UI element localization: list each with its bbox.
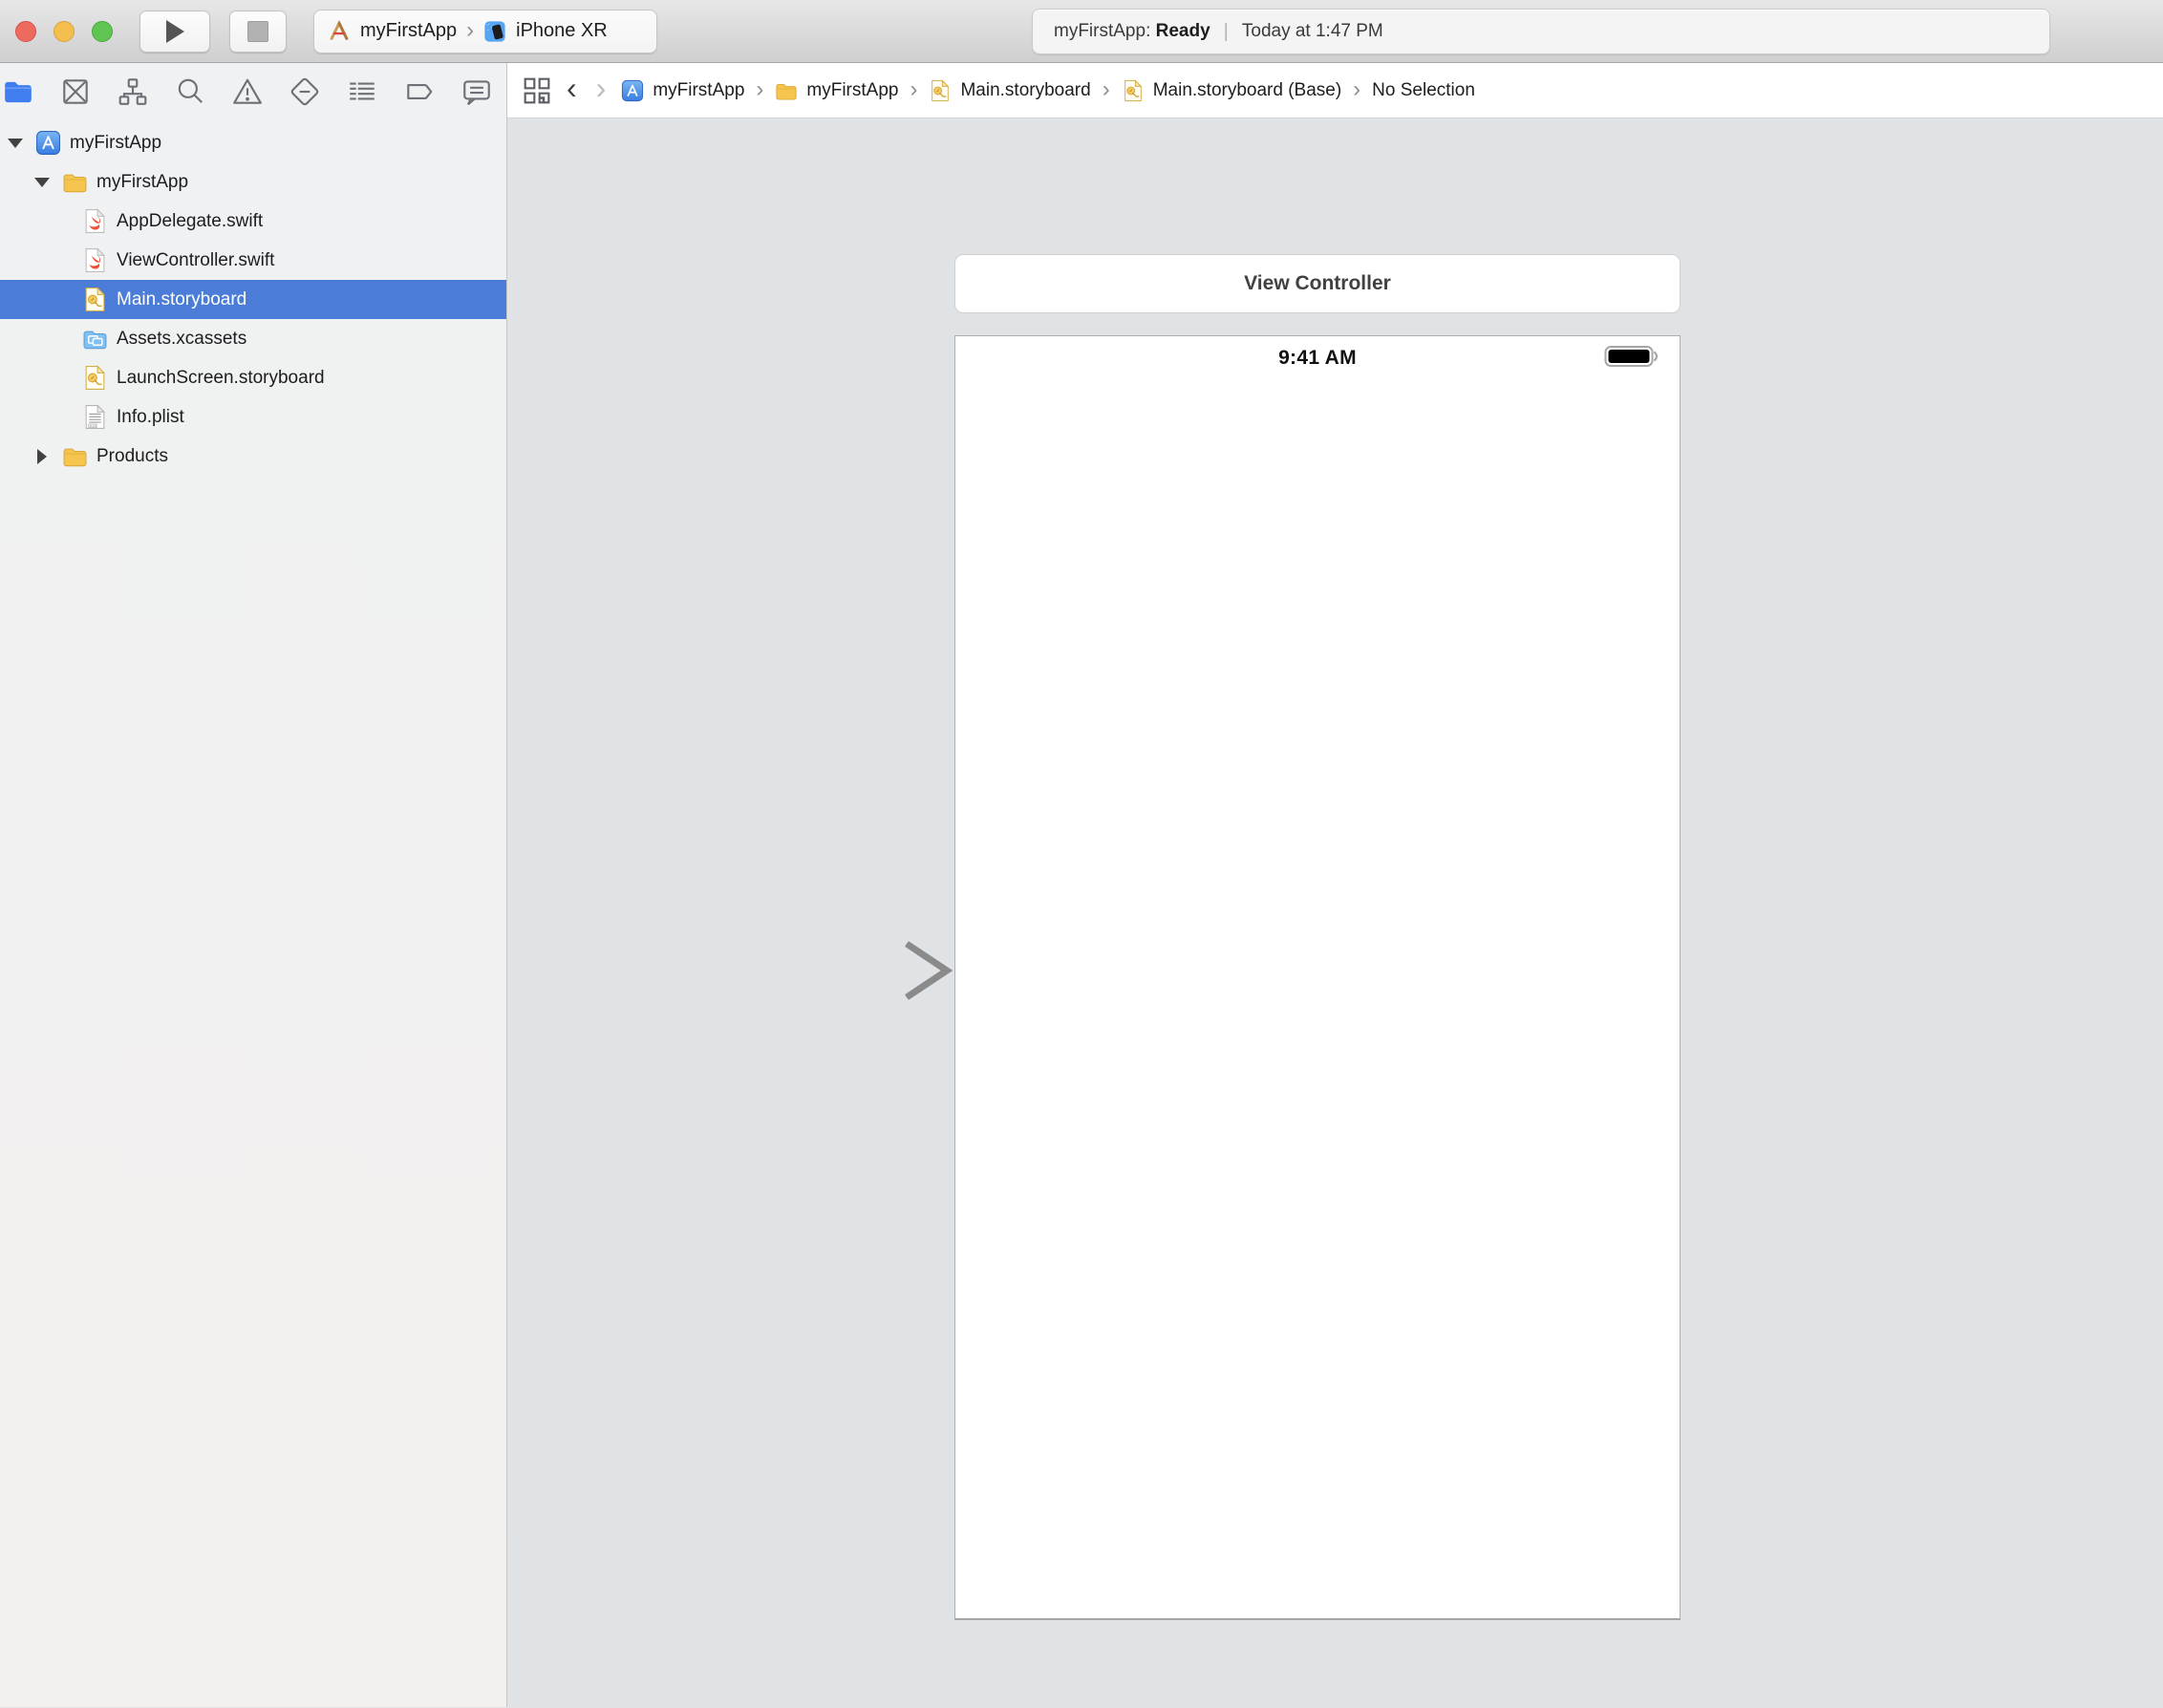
disclosure-triangle[interactable] [4,139,27,148]
tree-label: Products [96,446,168,467]
view-controller-view[interactable]: 9:41 AM [954,335,1681,1620]
breadcrumb-label: Main.storyboard [960,80,1090,101]
toolbar: myFirstApp › iPhone XR myFirstApp: Ready… [0,0,2163,63]
scheme-separator: › [466,19,474,42]
forward-button[interactable]: › [592,73,610,103]
project-navigator-icon[interactable] [2,75,34,108]
swift-file-icon [82,208,108,234]
scene-header[interactable]: View Controller [954,254,1681,313]
tree-row-appdelegate[interactable]: AppDelegate.swift [0,202,506,241]
breadcrumb-storyboard-base[interactable]: Main.storyboard (Base) [1122,79,1341,102]
window-controls [0,21,113,42]
debug-navigator-icon[interactable] [346,75,378,108]
breadcrumb-project[interactable]: myFirstApp [621,79,744,102]
back-button[interactable]: ‹ [563,73,581,103]
project-file-icon [35,130,61,156]
jump-bar: ‹ › myFirstApp › myFirstApp › Main.story… [507,63,2163,118]
symbol-navigator-icon[interactable] [117,75,149,108]
tree-label: myFirstApp [96,172,188,193]
scheme-device-label: iPhone XR [516,20,608,42]
breadcrumb-label: Main.storyboard (Base) [1153,80,1341,101]
activity-status: myFirstApp: Ready | Today at 1:47 PM [1032,9,2050,54]
tree-row-folder-myfirstapp[interactable]: myFirstApp [0,162,506,202]
source-control-icon[interactable] [59,75,92,108]
zoom-window-button[interactable] [92,21,113,42]
device-icon [483,20,506,43]
status-app: myFirstApp: [1054,21,1150,41]
disclosure-triangle[interactable] [31,449,54,464]
report-navigator-icon[interactable] [460,75,493,108]
minimize-window-button[interactable] [54,21,75,42]
status-app-and-state: myFirstApp: Ready [1054,21,1210,42]
tree-label: AppDelegate.swift [117,211,263,232]
scheme-selector[interactable]: myFirstApp › iPhone XR [313,10,657,53]
tree-row-viewcontroller[interactable]: ViewController.swift [0,241,506,280]
tree-row-launchscreen[interactable]: LaunchScreen.storyboard [0,358,506,397]
editor-area: ‹ › myFirstApp › myFirstApp › Main.story… [507,63,2163,1707]
breadcrumb-separator: › [1353,78,1360,101]
tree-label: ViewController.swift [117,250,274,271]
scheme-target-label: myFirstApp [360,20,457,42]
folder-icon [775,79,798,102]
tree-label: Main.storyboard [117,289,246,310]
test-navigator-icon[interactable] [289,75,321,108]
breadcrumb-storyboard[interactable]: Main.storyboard [929,79,1090,102]
tree-row-project-myfirstapp[interactable]: myFirstApp [0,123,506,162]
navigator-sidebar: myFirstApp myFirstApp AppDelegate.swift … [0,63,507,1707]
storyboard-file-icon [929,79,952,102]
storyboard-entry-arrow[interactable] [749,936,957,1005]
breadcrumb-separator: › [1103,78,1110,101]
tree-row-assets[interactable]: Assets.xcassets [0,319,506,358]
storyboard-file-icon [1122,79,1145,102]
scene-title: View Controller [1244,272,1391,295]
main-split: myFirstApp myFirstApp AppDelegate.swift … [0,63,2163,1707]
battery-icon [1604,345,1661,369]
breadcrumb-label: myFirstApp [806,80,898,101]
breakpoint-navigator-icon[interactable] [403,75,436,108]
navigator-tab-bar [0,63,506,119]
breadcrumb-label: No Selection [1372,80,1475,101]
breadcrumb-folder[interactable]: myFirstApp [775,79,898,102]
close-window-button[interactable] [15,21,36,42]
run-button[interactable] [139,11,210,53]
xcode-window: myFirstApp › iPhone XR myFirstApp: Ready… [0,0,2163,1708]
find-icon[interactable] [174,75,206,108]
stop-icon [247,21,268,42]
breadcrumb-separator: › [756,78,763,101]
tree-row-infoplist[interactable]: Info.plist [0,397,506,437]
breadcrumb-separator: › [910,78,917,101]
project-file-icon [621,79,644,102]
breadcrumb-label: myFirstApp [653,80,744,101]
status-state: Ready [1156,21,1210,41]
breadcrumb-no-selection[interactable]: No Selection [1372,80,1475,101]
folder-icon [62,169,88,195]
disclosure-triangle[interactable] [31,178,54,187]
simulated-status-time: 9:41 AM [955,347,1680,370]
tree-row-products[interactable]: Products [0,437,506,476]
related-items-icon[interactable] [523,76,551,105]
tree-label: Info.plist [117,407,184,428]
issue-navigator-icon[interactable] [231,75,264,108]
storyboard-canvas[interactable]: View Controller 9:41 AM [507,118,2163,1707]
storyboard-file-icon [82,287,108,312]
project-navigator-tree: myFirstApp myFirstApp AppDelegate.swift … [0,119,506,476]
plist-file-icon [82,404,108,430]
tree-label: Assets.xcassets [117,329,246,350]
status-divider: | [1224,21,1229,43]
status-time: Today at 1:47 PM [1242,21,1383,42]
tree-label: myFirstApp [70,133,161,154]
stop-button[interactable] [229,11,287,53]
asset-catalog-icon [82,326,108,352]
tree-label: LaunchScreen.storyboard [117,368,325,389]
folder-icon [62,443,88,469]
app-target-icon [328,20,351,43]
storyboard-file-icon [82,365,108,391]
swift-file-icon [82,247,108,273]
play-icon [162,18,187,45]
tree-row-main-storyboard[interactable]: Main.storyboard [0,280,506,319]
